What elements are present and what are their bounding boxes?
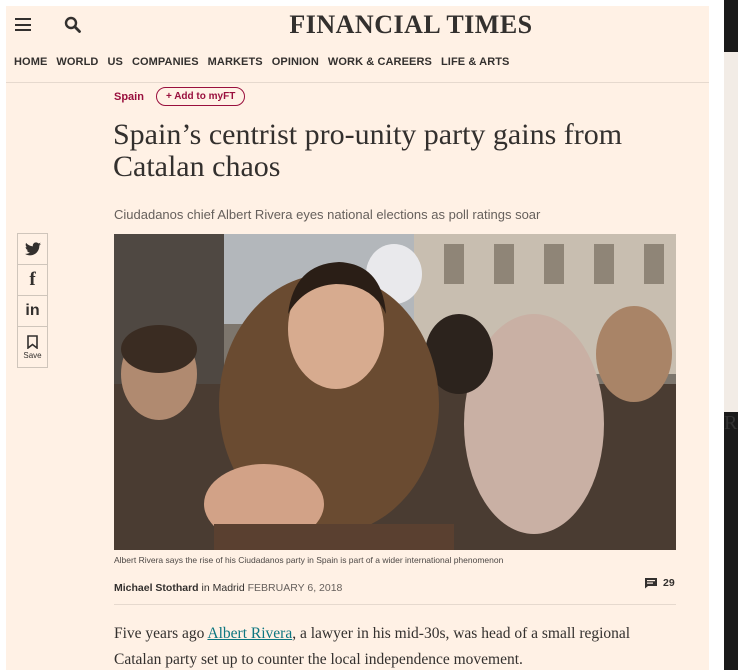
body-text-start: Five years ago bbox=[114, 625, 208, 642]
share-linkedin-button[interactable]: in bbox=[17, 295, 48, 326]
twitter-icon bbox=[24, 242, 41, 256]
masthead-logo[interactable]: FINANCIAL TIMES bbox=[246, 10, 576, 40]
ft-page: FINANCIAL TIMES HOME WORLD US COMPANIES … bbox=[6, 6, 709, 670]
author-link[interactable]: Michael Stothard bbox=[114, 582, 199, 594]
topic-row: Spain + Add to myFT bbox=[114, 87, 246, 106]
nav-divider bbox=[6, 82, 709, 83]
nav-work-careers[interactable]: WORK & CAREERS bbox=[328, 56, 432, 72]
add-to-myft-button[interactable]: + Add to myFT bbox=[155, 87, 246, 106]
nav-companies[interactable]: COMPANIES bbox=[132, 56, 199, 72]
article-standfirst: Ciudadanos chief Albert Rivera eyes nati… bbox=[114, 207, 541, 222]
save-label: Save bbox=[23, 350, 42, 360]
share-facebook-button[interactable]: f bbox=[17, 264, 48, 295]
nav-opinion[interactable]: OPINION bbox=[272, 56, 319, 72]
comments-button[interactable]: 29 bbox=[644, 577, 675, 589]
linkedin-icon: in bbox=[25, 302, 40, 319]
nav-us[interactable]: US bbox=[107, 56, 122, 72]
nav-markets[interactable]: MARKETS bbox=[208, 56, 263, 72]
byline: Michael Stothard in Madrid FEBRUARY 6, 2… bbox=[114, 582, 342, 594]
bookmark-icon bbox=[27, 334, 38, 349]
topic-link[interactable]: Spain bbox=[114, 91, 144, 103]
search-icon[interactable] bbox=[64, 16, 82, 34]
main-nav: HOME WORLD US COMPANIES MARKETS OPINION … bbox=[14, 56, 519, 72]
facebook-icon: f bbox=[29, 269, 36, 290]
article-photo bbox=[114, 234, 676, 550]
comment-count: 29 bbox=[663, 577, 675, 589]
article-headline: Spain’s centrist pro-unity party gains f… bbox=[113, 118, 623, 183]
save-article-button[interactable]: Save bbox=[17, 326, 48, 368]
nav-world[interactable]: WORLD bbox=[56, 56, 98, 72]
adjacent-window-panel bbox=[724, 52, 738, 412]
adjacent-window-edge: R bbox=[724, 0, 738, 670]
albert-rivera-link[interactable]: Albert Rivera bbox=[207, 625, 292, 642]
byline-location: in Madrid bbox=[201, 582, 245, 594]
share-twitter-button[interactable] bbox=[17, 233, 48, 264]
byline-divider bbox=[114, 604, 676, 605]
photo-caption: Albert Rivera says the rise of his Ciuda… bbox=[114, 555, 504, 565]
top-bar: FINANCIAL TIMES bbox=[6, 6, 709, 44]
nav-life-arts[interactable]: LIFE & ARTS bbox=[441, 56, 510, 72]
hamburger-menu-icon[interactable] bbox=[15, 18, 31, 31]
article-body-paragraph: Five years ago Albert Rivera, a lawyer i… bbox=[114, 621, 674, 670]
publish-date: FEBRUARY 6, 2018 bbox=[247, 582, 343, 594]
comment-icon bbox=[645, 578, 657, 589]
share-rail: f in Save bbox=[17, 233, 48, 368]
nav-home[interactable]: HOME bbox=[14, 56, 47, 72]
adjacent-window-letter: R bbox=[724, 412, 738, 434]
